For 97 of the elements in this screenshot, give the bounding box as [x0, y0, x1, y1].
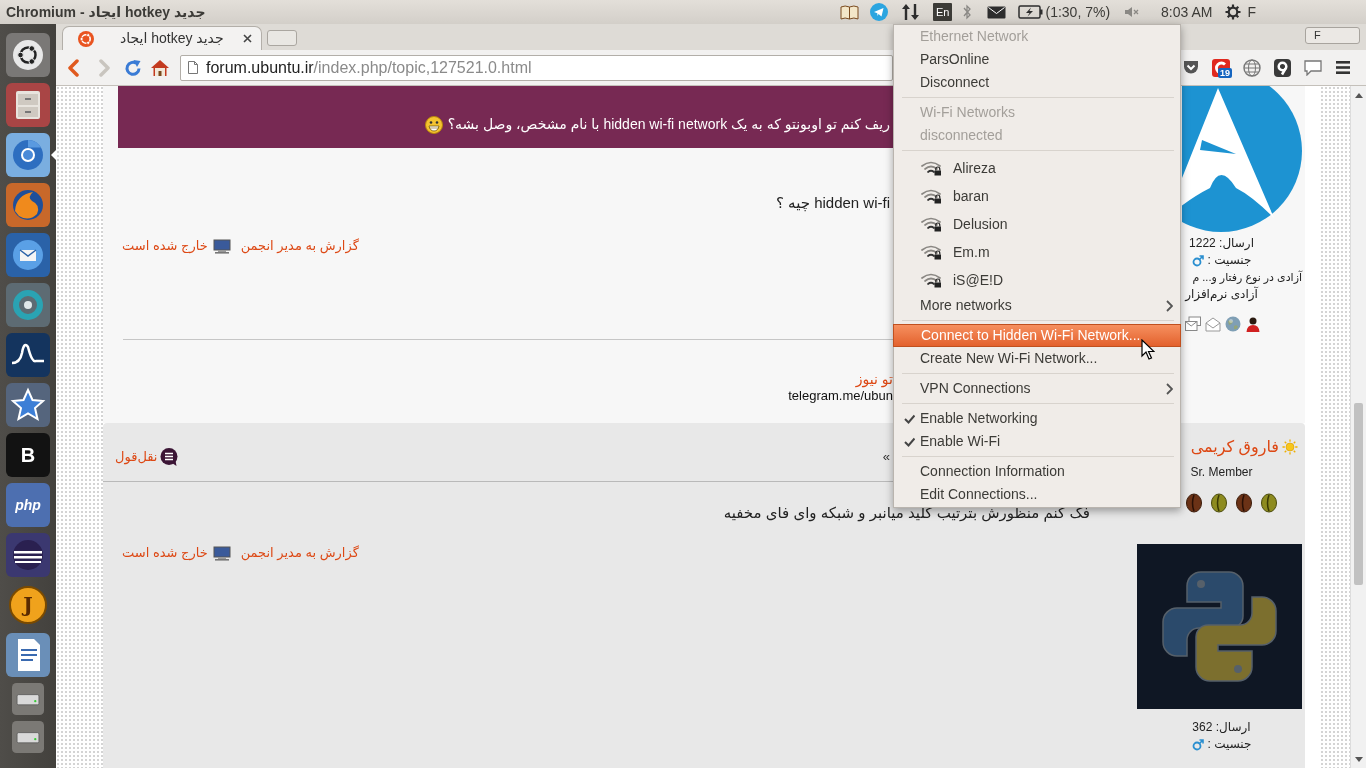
scrollbar-thumb[interactable]	[1354, 403, 1363, 585]
menu-item: Wi-Fi Networks	[919, 103, 1016, 122]
offline-status-text: خارج شده است	[122, 544, 208, 563]
menu-item[interactable]: More networks	[894, 294, 1180, 317]
coffee-bean-icon	[1185, 493, 1203, 513]
sun-icon	[1282, 439, 1298, 455]
gear-icon[interactable]	[1225, 4, 1242, 20]
menu-icon[interactable]	[1336, 61, 1350, 74]
wifi-lock-icon	[920, 272, 942, 288]
speaker-muted-icon[interactable]	[1124, 6, 1140, 18]
network-menu-item[interactable]: Delusion	[894, 210, 1180, 238]
profile-button[interactable]: F	[1305, 27, 1360, 44]
network-menu-item[interactable]: Em.m	[894, 238, 1180, 266]
document-icon[interactable]	[6, 633, 50, 677]
signature-link[interactable]: تو نیوز	[855, 370, 893, 388]
quote-text: ریف کنم تو اوبونتو که به یک hidden wi-fi network با نام مشخص، وصل بشه؟	[447, 115, 890, 134]
user-name-text[interactable]: F	[1247, 4, 1256, 20]
bluetooth-icon[interactable]	[963, 4, 972, 20]
menu-item[interactable]: Enable Networking	[894, 407, 1180, 430]
file-cabinet-icon[interactable]	[6, 83, 50, 127]
book-icon[interactable]	[840, 4, 859, 20]
drive-icon[interactable]	[12, 683, 44, 715]
browser-icon[interactable]	[6, 133, 50, 177]
paper-plane-icon[interactable]	[870, 3, 888, 21]
updown-arrows-icon[interactable]	[901, 3, 920, 21]
coffee-bean-icon	[1260, 493, 1278, 513]
circle-logo-icon[interactable]	[6, 33, 50, 77]
menu-item[interactable]: Enable Wi-Fi	[894, 430, 1180, 453]
coffee-bean-icon	[1210, 493, 1228, 513]
envelope-globe-icon[interactable]	[6, 233, 50, 277]
scroll-up-icon[interactable]	[1354, 93, 1363, 98]
menu-item[interactable]: Disconnect	[894, 71, 1180, 94]
scroll-down-icon[interactable]	[1354, 757, 1363, 762]
open-envelope-icon[interactable]	[1205, 316, 1221, 332]
network-menu-item[interactable]: baran	[894, 182, 1180, 210]
post-title-link[interactable]: »	[882, 447, 890, 467]
menu-item[interactable]: ParsOnline	[894, 48, 1180, 71]
gender-label: جنسیت :	[1207, 252, 1252, 269]
post-count-text: ارسال: 1222	[1189, 235, 1254, 252]
envelopes-icon[interactable]	[1185, 316, 1201, 332]
letter-app-icon[interactable]: B	[6, 433, 50, 477]
battery-icon[interactable]	[1018, 5, 1044, 19]
count-badge: 19	[1218, 67, 1232, 78]
signature-text: telegram.me/ubun	[788, 388, 893, 404]
home-icon[interactable]	[150, 58, 170, 77]
wifi-lock-icon	[920, 188, 942, 204]
cursor-icon	[1141, 339, 1155, 361]
wifi-lock-icon	[920, 244, 942, 260]
menu-item[interactable]: Create New Wi-Fi Network...	[894, 347, 1180, 370]
coffee-bean-icon	[1235, 493, 1253, 513]
rank-text: Sr. Member	[1190, 464, 1253, 480]
monitor-icon	[212, 238, 231, 254]
male-symbol-icon	[1191, 738, 1204, 751]
male-symbol-icon	[1191, 254, 1204, 267]
chevron-right-icon	[1165, 299, 1173, 312]
address-field[interactable]: forum.ubuntu.ir/index.php/topic,127521.0.html	[180, 54, 893, 81]
post-count-text: ارسال: 362	[1192, 719, 1251, 736]
monitor-icon	[212, 545, 231, 561]
network-menu-item[interactable]: Alireza	[894, 154, 1180, 182]
ring-icon[interactable]	[6, 283, 50, 327]
report-link[interactable]: گزارش به مدیر انجمن	[240, 236, 359, 256]
keyboard-layout-indicator[interactable]: En	[933, 3, 953, 21]
personal-text: آزادی در نوع رفتار و... م	[1192, 269, 1302, 286]
text-app-icon[interactable]: php	[6, 483, 50, 527]
page-icon	[188, 61, 198, 74]
globe-icon[interactable]	[1243, 58, 1261, 77]
menu-item: disconnected	[919, 126, 1004, 145]
grin-emoji-icon	[424, 116, 443, 134]
menu-item[interactable]: Edit Connections...	[894, 483, 1180, 506]
pin-tile-icon[interactable]	[1274, 58, 1291, 77]
offline-status-text: خارج شده است	[122, 237, 208, 256]
post-body-text: hidden wi-fi چیه ؟	[776, 193, 890, 213]
envelope-icon[interactable]	[987, 5, 1007, 19]
reload-icon[interactable]	[124, 58, 142, 77]
browser-tab[interactable]: ایجاد hotkey جدید	[62, 26, 262, 50]
menu-item[interactable]: VPN Connections	[894, 377, 1180, 400]
pocket-icon[interactable]	[1183, 60, 1199, 75]
fox-globe-icon[interactable]	[6, 183, 50, 227]
close-icon[interactable]	[243, 34, 252, 43]
person-icon[interactable]	[1245, 316, 1261, 332]
menu-item[interactable]: Connection Information	[894, 460, 1180, 483]
network-menu-item[interactable]: iS@E!D	[894, 266, 1180, 294]
circle-logo-icon	[78, 30, 94, 47]
gender-label: جنسیت :	[1207, 736, 1252, 753]
chevron-right-icon	[1165, 382, 1173, 395]
speech-bubble-icon	[160, 448, 179, 466]
waveform-icon[interactable]	[6, 333, 50, 377]
drive-icon[interactable]	[12, 721, 44, 753]
battery-status-text[interactable]: (1:30, 7%)	[1045, 4, 1111, 20]
wifi-lock-icon	[920, 216, 942, 232]
letter-app-icon[interactable]: J	[9, 586, 47, 624]
personal-text: آزادی نرم‌افزار	[1185, 286, 1258, 303]
clock-text[interactable]: 8:03 AM	[1161, 4, 1213, 20]
speech-bubble-icon[interactable]	[1304, 59, 1322, 76]
window-title: Chromium - ایجاد hotkey جدید	[6, 2, 206, 22]
wifi-lock-icon	[920, 160, 942, 176]
menu-item: Ethernet Network	[919, 27, 1030, 46]
